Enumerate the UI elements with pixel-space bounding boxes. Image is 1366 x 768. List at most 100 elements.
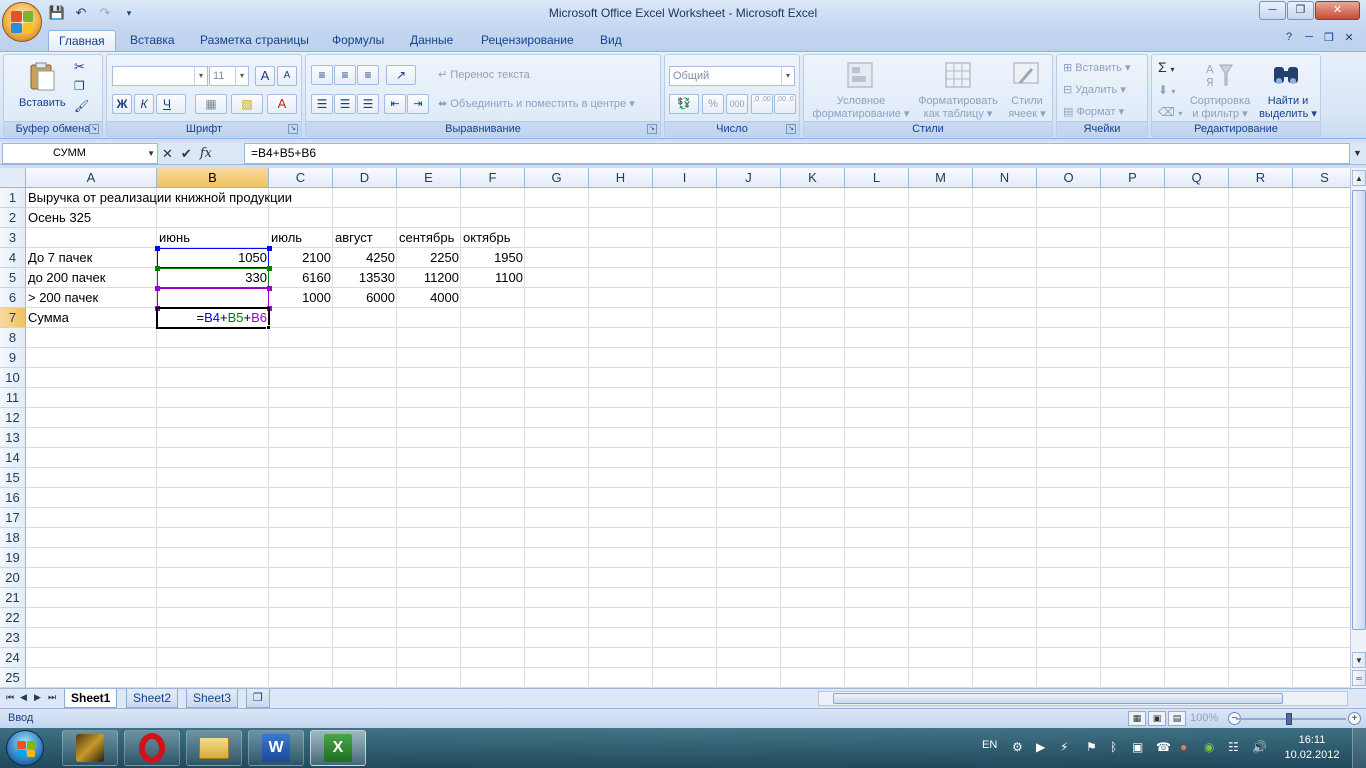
select-all-button[interactable] <box>0 168 26 188</box>
name-box[interactable]: СУММ ▼ <box>2 143 158 164</box>
cell-b4[interactable]: 1050 <box>157 248 269 268</box>
row-header-22[interactable]: 22 <box>0 608 26 628</box>
insert-function-icon[interactable]: fx <box>200 146 212 161</box>
cell-d4[interactable]: 4250 <box>333 248 397 268</box>
zoom-slider[interactable] <box>1236 713 1346 725</box>
start-button[interactable] <box>6 730 44 766</box>
autosum-icon[interactable]: Σ ▾ <box>1158 59 1175 75</box>
close-workbook-icon[interactable]: ✕ <box>1342 31 1356 44</box>
clock[interactable]: 16:11 10.02.2012 <box>1282 733 1342 763</box>
italic-button[interactable]: К <box>134 94 154 114</box>
minimize-button[interactable]: ─ <box>1259 1 1286 20</box>
tray-flag-icon[interactable]: ⚑ <box>1086 740 1097 754</box>
column-header-s[interactable]: S <box>1293 168 1350 188</box>
alignment-launcher-icon[interactable]: ↘ <box>647 124 657 134</box>
cell-b5[interactable]: 330 <box>157 268 269 288</box>
cell-e6[interactable]: 4000 <box>397 288 461 308</box>
cell-styles-button[interactable]: Стили ячеек ▾ <box>1004 95 1050 121</box>
clipboard-launcher-icon[interactable]: ↘ <box>89 124 99 134</box>
row-header-23[interactable]: 23 <box>0 628 26 648</box>
first-sheet-icon[interactable]: ⏮ <box>6 692 14 703</box>
row-header-24[interactable]: 24 <box>0 648 26 668</box>
cell-a2[interactable]: Осень 325 <box>26 208 93 228</box>
insert-sheet-icon[interactable]: ❐ <box>246 689 270 708</box>
sheet-tab-sheet2[interactable]: Sheet2 <box>126 689 179 708</box>
column-header-i[interactable]: I <box>653 168 717 188</box>
tray-power-icon[interactable]: ⚡ <box>1060 740 1068 754</box>
fill-color-icon[interactable]: ▧ <box>231 94 263 114</box>
cell-a5[interactable]: до 200 пачек <box>26 268 107 288</box>
tab-review[interactable]: Рецензирование <box>471 30 584 51</box>
row-header-12[interactable]: 12 <box>0 408 26 428</box>
fill-icon[interactable]: ⬇ ▾ <box>1158 83 1175 97</box>
tray-phone-icon[interactable]: ☎ <box>1156 740 1171 754</box>
page-layout-view-icon[interactable]: ▣ <box>1148 711 1166 726</box>
font-name-field[interactable]: ▾ <box>112 66 208 86</box>
reference-handle[interactable] <box>267 286 272 291</box>
column-header-j[interactable]: J <box>717 168 781 188</box>
maximize-button[interactable]: ❐ <box>1287 1 1314 20</box>
cell-c5[interactable]: 6160 <box>269 268 333 288</box>
show-desktop-button[interactable] <box>1352 728 1366 768</box>
row-header-5[interactable]: 5 <box>0 268 26 288</box>
minimize-workbook-icon[interactable]: ─ <box>1302 31 1316 44</box>
close-button[interactable]: ✕ <box>1315 1 1360 20</box>
cell-a1[interactable]: Выручка от реализации книжной продукции <box>26 188 294 208</box>
reference-handle[interactable] <box>155 246 160 251</box>
cell-b7[interactable]: =B4+B5+B6 <box>157 308 269 328</box>
cell-f3[interactable]: октябрь <box>461 228 513 248</box>
help-icon[interactable]: ? <box>1282 31 1296 44</box>
cell-d3[interactable]: август <box>333 228 375 248</box>
zoom-slider-knob[interactable] <box>1286 713 1292 725</box>
thousands-button[interactable]: 000 <box>726 94 748 114</box>
row-header-14[interactable]: 14 <box>0 448 26 468</box>
align-top-icon[interactable]: ≡ <box>311 65 333 85</box>
cell-e4[interactable]: 2250 <box>397 248 461 268</box>
delete-cells-button[interactable]: ⊟ Удалить ▾ <box>1063 83 1126 96</box>
column-header-n[interactable]: N <box>973 168 1037 188</box>
align-right-icon[interactable]: ☰ <box>357 94 379 114</box>
percent-button[interactable]: % <box>702 94 724 114</box>
taskbar-app-opera[interactable] <box>124 730 180 766</box>
worksheet-grid[interactable]: A B C D E F G H I J K L M N O P Q R S 1 2 3 4 5 6 7 8 9 10 11 12 13 14 15… <box>0 168 1350 688</box>
shrink-font-button[interactable]: A <box>277 66 297 86</box>
normal-view-icon[interactable]: ▦ <box>1128 711 1146 726</box>
vertical-scroll-thumb[interactable] <box>1352 190 1366 630</box>
row-header-11[interactable]: 11 <box>0 388 26 408</box>
next-sheet-icon[interactable]: ▶ <box>34 692 41 703</box>
tab-view[interactable]: Вид <box>590 30 632 51</box>
scroll-up-icon[interactable]: ▲ <box>1352 170 1366 186</box>
cell-a6[interactable]: > 200 пачек <box>26 288 100 308</box>
prev-sheet-icon[interactable]: ◀ <box>20 692 27 703</box>
enter-icon[interactable]: ✔ <box>181 146 192 162</box>
expand-formula-bar-icon[interactable]: ▼ <box>1351 145 1364 161</box>
row-header-9[interactable]: 9 <box>0 348 26 368</box>
row-header-18[interactable]: 18 <box>0 528 26 548</box>
tray-app-icon[interactable]: ⚙ <box>1012 740 1023 754</box>
column-header-e[interactable]: E <box>397 168 461 188</box>
cell-f5[interactable]: 1100 <box>461 268 525 288</box>
cell-styles-icon[interactable] <box>1010 59 1042 91</box>
align-left-icon[interactable]: ☰ <box>311 94 333 114</box>
office-button[interactable] <box>2 2 42 42</box>
cell-c6[interactable]: 1000 <box>269 288 333 308</box>
row-header-19[interactable]: 19 <box>0 548 26 568</box>
font-size-field[interactable]: 11 ▾ <box>209 66 249 86</box>
column-header-l[interactable]: L <box>845 168 909 188</box>
find-select-icon[interactable] <box>1270 59 1302 91</box>
cell-e3[interactable]: сентябрь <box>397 228 456 248</box>
tab-page-layout[interactable]: Разметка страницы <box>190 30 319 51</box>
tray-media-icon[interactable]: ▶ <box>1036 740 1045 754</box>
row-header-10[interactable]: 10 <box>0 368 26 388</box>
row-header-20[interactable]: 20 <box>0 568 26 588</box>
bluetooth-icon[interactable]: ᛒ <box>1110 740 1117 754</box>
row-header-16[interactable]: 16 <box>0 488 26 508</box>
bold-button[interactable]: Ж <box>112 94 132 114</box>
taskbar-app-excel[interactable]: X <box>310 730 366 766</box>
clear-icon[interactable]: ⌫ ▾ <box>1158 105 1182 119</box>
sheet-tab-sheet1[interactable]: Sheet1 <box>64 689 118 708</box>
row-header-13[interactable]: 13 <box>0 428 26 448</box>
formula-input[interactable]: =B4+B5+B6 <box>244 143 1350 164</box>
column-header-k[interactable]: K <box>781 168 845 188</box>
insert-cells-button[interactable]: ⊞ Вставить ▾ <box>1063 61 1131 74</box>
